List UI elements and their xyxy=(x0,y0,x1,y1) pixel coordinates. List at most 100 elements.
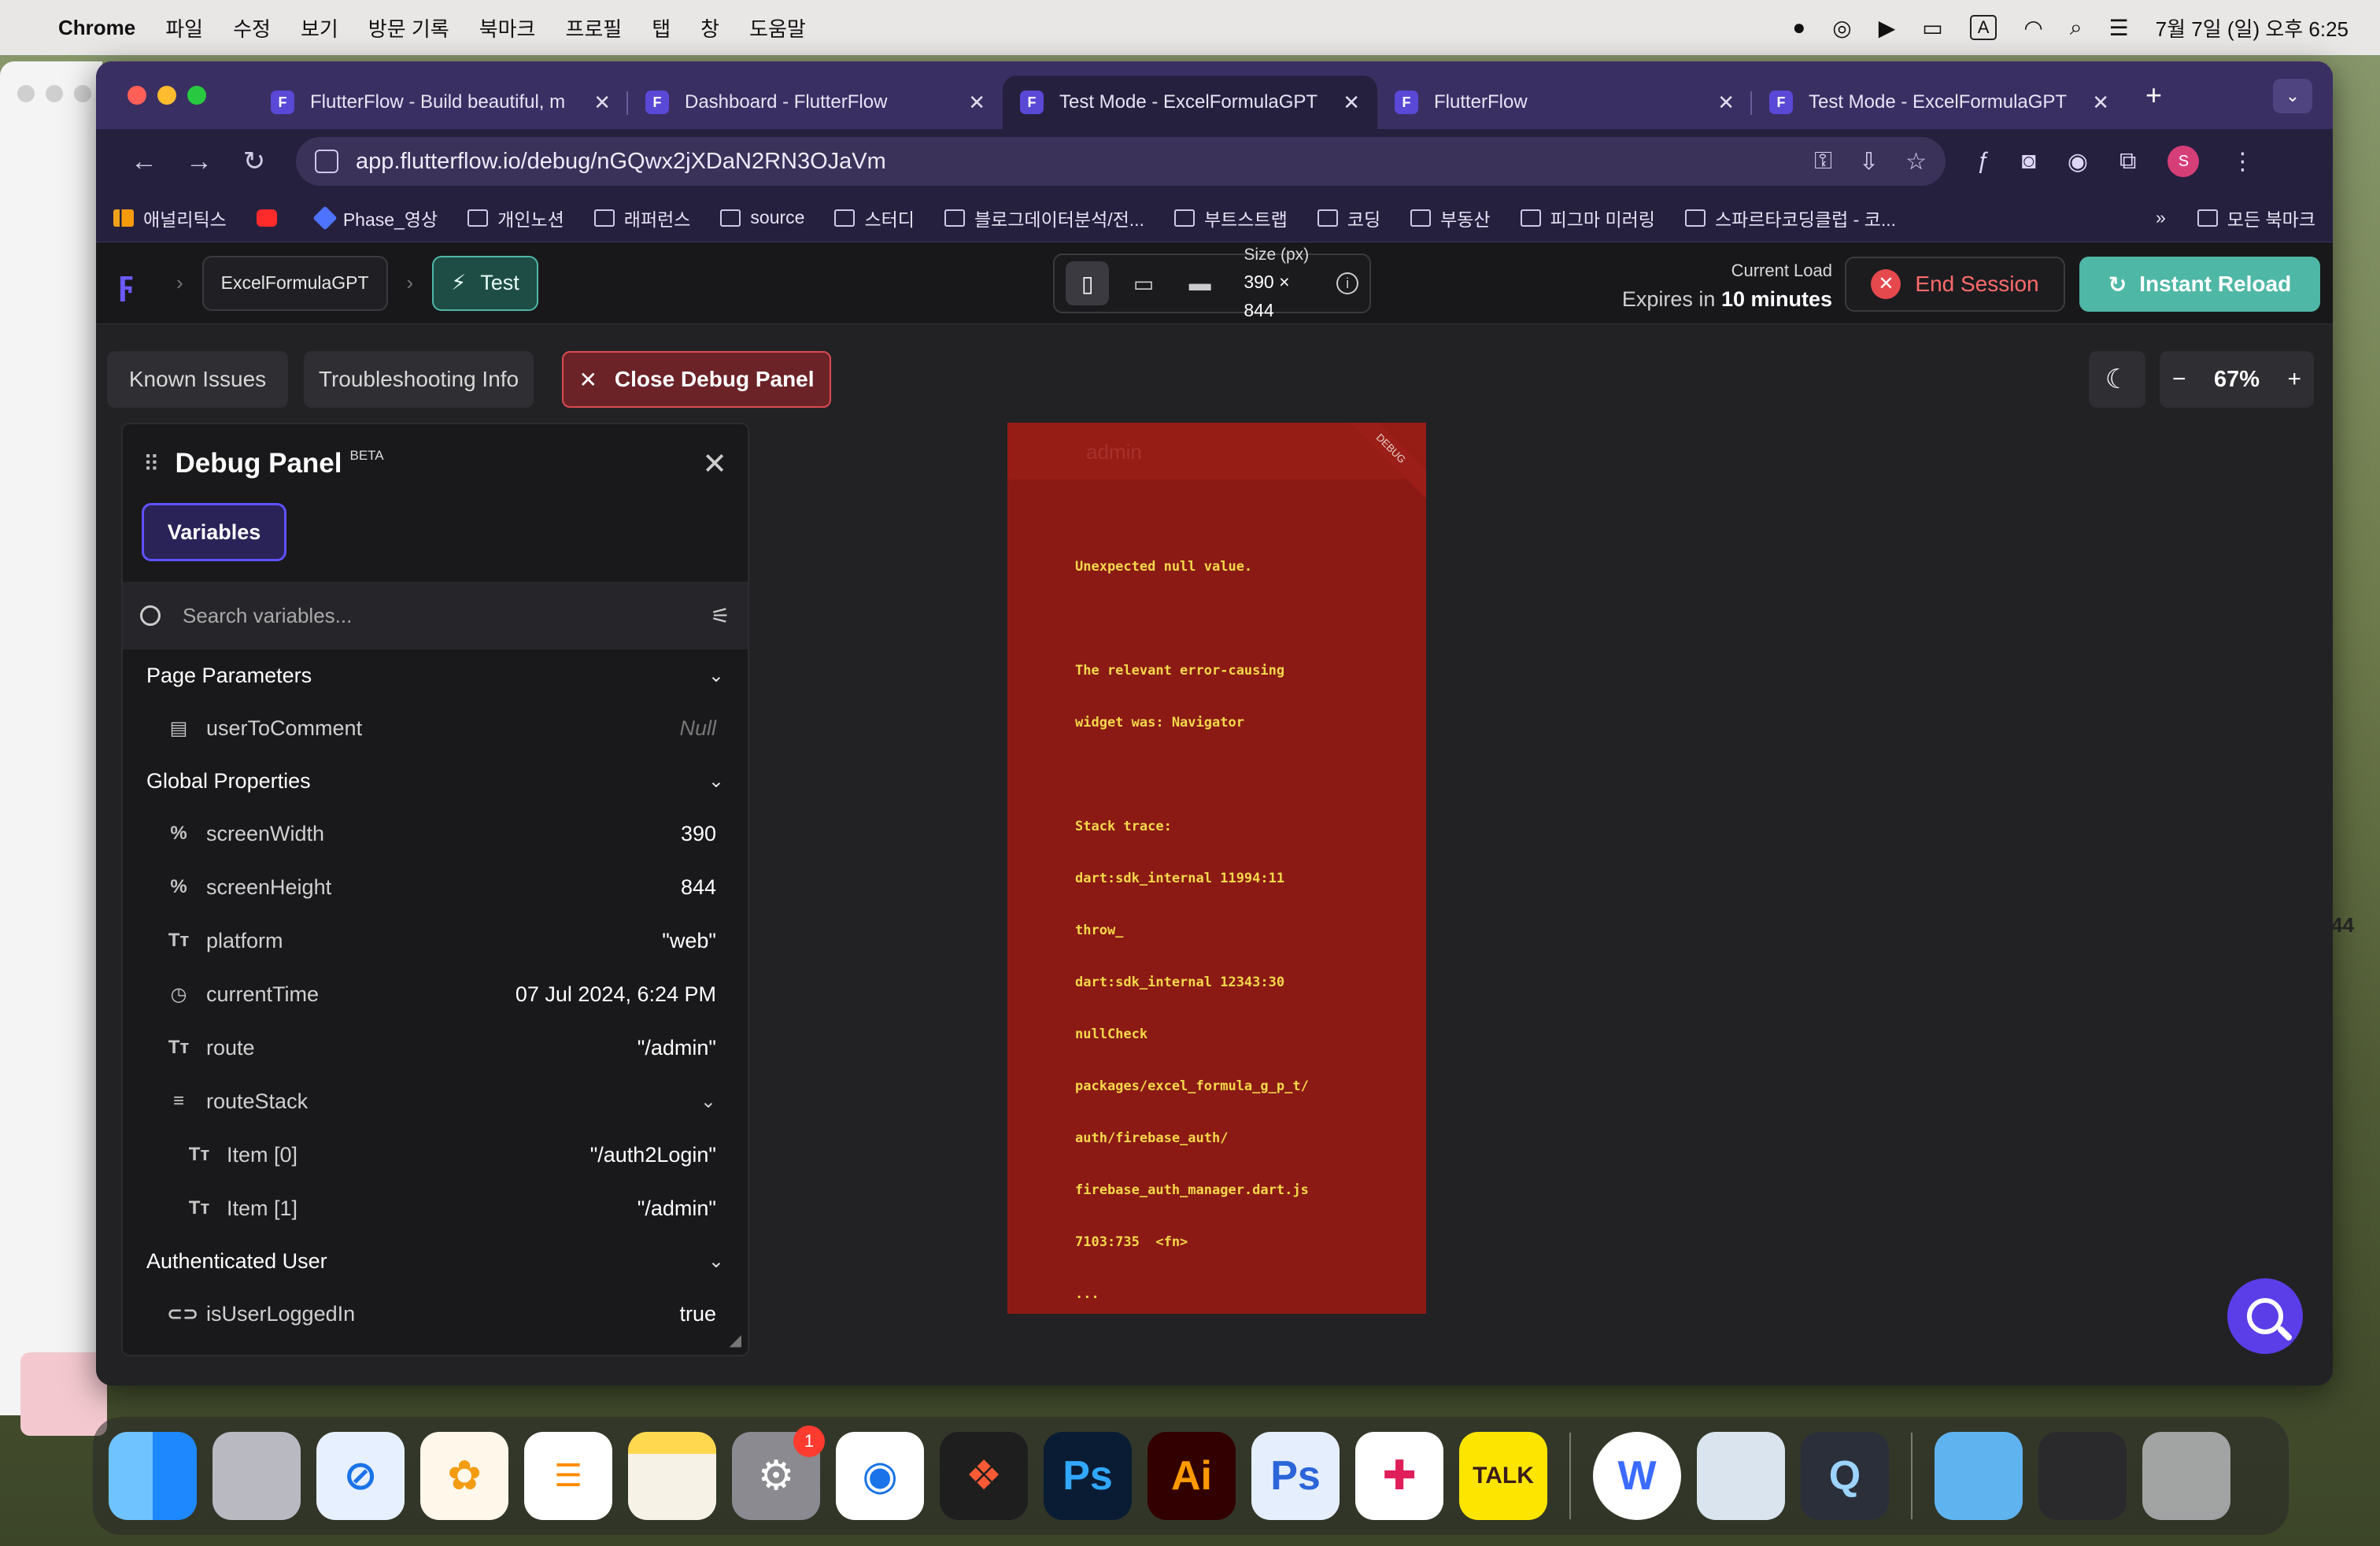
address-bar[interactable]: app.flutterflow.io/debug/nGQwx2jXDaN2RN3… xyxy=(296,137,1946,186)
menubar-item-help[interactable]: 도움말 xyxy=(749,13,806,43)
illustrator-icon[interactable]: Ai xyxy=(1148,1432,1236,1520)
zoom-in-button[interactable]: + xyxy=(2287,366,2301,393)
section-page-parameters[interactable]: Page Parameters ⌄ xyxy=(123,649,748,701)
tab-close-icon[interactable]: ✕ xyxy=(1717,91,1735,115)
slack-icon[interactable]: ✚ xyxy=(1355,1432,1443,1520)
section-authenticated-user[interactable]: Authenticated User ⌄ xyxy=(123,1235,748,1287)
tab-close-icon[interactable]: ✕ xyxy=(2092,91,2109,115)
resize-handle-icon[interactable]: ◢ xyxy=(730,1330,741,1350)
known-issues-button[interactable]: Known Issues xyxy=(107,351,288,408)
maximize-window-button[interactable] xyxy=(187,86,206,105)
screenshot-icon[interactable] xyxy=(2038,1432,2127,1520)
variable-row[interactable]: ◷ currentTime 07 Jul 2024, 6:24 PM xyxy=(123,967,748,1021)
browser-tab[interactable]: F Test Mode - ExcelFormulaGPT ✕ xyxy=(1752,76,2127,129)
formula-extension-icon[interactable]: ƒ xyxy=(1977,148,1990,175)
tab-search-chevron-icon[interactable]: ⌄ xyxy=(2273,79,2312,113)
password-key-icon[interactable]: ⚿ xyxy=(1814,148,1832,176)
variable-row[interactable]: Tт route "/admin" xyxy=(123,1021,748,1074)
tab-close-icon[interactable]: ✕ xyxy=(968,91,985,115)
section-global-properties[interactable]: Global Properties ⌄ xyxy=(123,755,748,807)
bookmark-item[interactable]: 스파르타코딩클럽 - 코... xyxy=(1684,205,1896,231)
play-icon[interactable]: ▶ xyxy=(1879,15,1896,41)
photoshop-icon[interactable]: Ps xyxy=(1044,1432,1132,1520)
bookmark-star-icon[interactable]: ☆ xyxy=(1905,148,1927,176)
reminders-icon[interactable]: ☰ xyxy=(524,1432,612,1520)
desktop-device-icon[interactable]: ▬ xyxy=(1178,261,1221,305)
safari-icon[interactable]: ⊘ xyxy=(316,1432,405,1520)
menubar-item-file[interactable]: 파일 xyxy=(165,13,203,43)
preview-icon[interactable] xyxy=(1697,1432,1785,1520)
bookmark-folder[interactable]: 블로그데이터분석/전... xyxy=(944,205,1144,231)
variables-tab[interactable]: Variables xyxy=(142,503,286,561)
phone-device-icon[interactable]: ▯ xyxy=(1066,261,1110,305)
new-tab-button[interactable]: + xyxy=(2145,79,2162,112)
system-settings-icon[interactable]: ⚙ 1 xyxy=(732,1426,825,1520)
site-info-icon[interactable] xyxy=(315,150,338,173)
bookmark-folder[interactable]: 부트스트랩 xyxy=(1173,205,1288,231)
end-session-button[interactable]: ✕ End Session xyxy=(1845,257,2065,312)
menubar-item-tab[interactable]: 탭 xyxy=(652,13,671,43)
search-input[interactable]: Search variables... xyxy=(183,604,352,628)
flutterflow-logo-icon[interactable]: ϝ xyxy=(118,264,157,303)
bookmark-folder[interactable]: 부동산 xyxy=(1410,205,1491,231)
url-text[interactable]: app.flutterflow.io/debug/nGQwx2jXDaN2RN3… xyxy=(356,149,886,175)
quicktime-icon[interactable]: Q xyxy=(1801,1432,1889,1520)
close-window-button[interactable] xyxy=(128,86,146,105)
menubar-app-name[interactable]: Chrome xyxy=(58,16,135,40)
tablet-device-icon[interactable]: ▭ xyxy=(1122,261,1165,305)
drag-handle-icon[interactable]: ⠿ xyxy=(143,451,159,477)
bookmark-item[interactable]: 애널리틱스 xyxy=(113,205,227,231)
menubar-item-history[interactable]: 방문 기록 xyxy=(368,13,449,43)
filter-icon[interactable]: ⚟ xyxy=(711,603,730,629)
variable-row[interactable]: % screenWidth 390 xyxy=(123,807,748,860)
bookmark-folder[interactable]: 래퍼런스 xyxy=(593,205,690,231)
menubar-item-edit[interactable]: 수정 xyxy=(233,13,271,43)
tab-close-icon[interactable]: ✕ xyxy=(593,91,611,115)
chat-status-icon[interactable]: ● xyxy=(1792,15,1805,40)
close-debug-panel-button[interactable]: ✕ Close Debug Panel xyxy=(562,351,831,408)
variable-row[interactable]: Tт Item [0] "/auth2Login" xyxy=(123,1128,748,1182)
dark-mode-moon-icon[interactable]: ☾ xyxy=(2089,351,2145,408)
battery-icon[interactable]: ▭ xyxy=(1922,15,1942,41)
photos-icon[interactable]: ✿ xyxy=(420,1432,508,1520)
finder-icon[interactable] xyxy=(109,1432,197,1520)
bookmark-folder[interactable]: 코딩 xyxy=(1317,205,1380,231)
wifi-icon[interactable]: ◠ xyxy=(2023,15,2042,41)
close-icon[interactable]: ✕ xyxy=(702,446,727,482)
variable-row[interactable]: ▤ userToComment Null xyxy=(123,701,748,755)
extensions-puzzle-icon[interactable]: ⧉ xyxy=(2119,148,2136,175)
minimize-window-button[interactable] xyxy=(157,86,176,105)
test-mode-badge[interactable]: ⚡ Test xyxy=(432,255,538,311)
bookmark-item[interactable]: 개인노션 xyxy=(468,205,564,231)
menubar-item-window[interactable]: 창 xyxy=(700,13,719,43)
menubar-clock[interactable]: 7월 7일 (일) 오후 6:25 xyxy=(2156,13,2349,43)
bookmark-folder[interactable]: source xyxy=(720,207,804,228)
back-arrow-icon[interactable]: ← xyxy=(116,146,172,177)
bookmark-item[interactable]: Phase_영상 xyxy=(312,205,438,231)
creative-cloud-icon[interactable]: ◎ xyxy=(1832,15,1851,41)
input-source-indicator[interactable]: A xyxy=(1969,15,1998,40)
bookmark-item[interactable]: 피그마 미러링 xyxy=(1520,205,1655,231)
variable-row-expandable[interactable]: ≡ routeStack ⌄ xyxy=(123,1074,748,1128)
kakaotalk-icon[interactable]: TALK xyxy=(1459,1432,1547,1520)
variable-row[interactable]: % screenHeight 844 xyxy=(123,860,748,914)
project-name-breadcrumb[interactable]: ExcelFormulaGPT xyxy=(201,255,388,311)
reload-icon[interactable]: ↻ xyxy=(227,146,282,177)
profile-avatar[interactable]: S xyxy=(2168,146,2200,177)
install-app-icon[interactable]: ⇩ xyxy=(1859,148,1879,176)
zoom-out-button[interactable]: − xyxy=(2172,366,2186,393)
bookmarks-overflow-button[interactable]: » xyxy=(2156,207,2166,228)
search-fab-button[interactable] xyxy=(2227,1278,2303,1354)
photoshop-beta-icon[interactable]: Ps xyxy=(1251,1432,1340,1520)
phone-preview[interactable]: admin DEBUG Unexpected null value. The r… xyxy=(1007,423,1426,1314)
bookmark-folder[interactable]: 스터디 xyxy=(834,205,915,231)
browser-tab[interactable]: F FlutterFlow ✕ xyxy=(1377,76,1752,129)
trash-icon[interactable] xyxy=(2142,1432,2230,1520)
circle-extension-icon[interactable]: ◉ xyxy=(2068,148,2088,176)
browser-tab-active[interactable]: F Test Mode - ExcelFormulaGPT ✕ xyxy=(1003,76,1377,129)
variable-row[interactable]: Tт Item [1] "/admin" xyxy=(123,1182,748,1235)
browser-tab[interactable]: F Dashboard - FlutterFlow ✕ xyxy=(628,76,1003,129)
instant-reload-button[interactable]: ↻ Instant Reload xyxy=(2079,257,2320,312)
control-center-icon[interactable]: ☰ xyxy=(2109,15,2129,41)
notes-icon[interactable] xyxy=(628,1432,716,1520)
